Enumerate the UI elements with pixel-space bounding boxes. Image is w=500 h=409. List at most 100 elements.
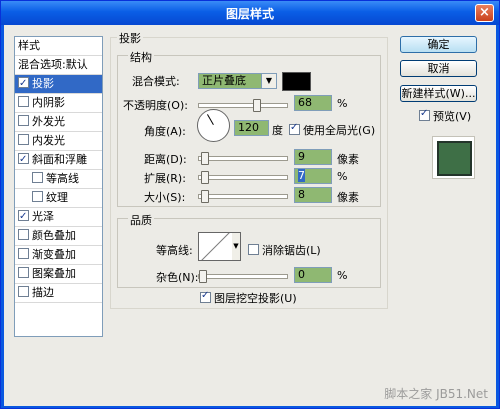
style-list-item-label: 外发光 [32, 115, 65, 128]
knockout-checkbox[interactable]: 图层挖空投影(U) [200, 290, 297, 306]
style-checkbox[interactable] [18, 229, 29, 240]
style-list-item[interactable]: 等高线 [15, 170, 102, 189]
anti-alias-checkbox[interactable]: 消除锯齿(L) [248, 242, 321, 258]
style-list-item-label: 投影 [32, 77, 54, 90]
style-list-item[interactable]: 内发光 [15, 132, 102, 151]
opacity-slider[interactable] [198, 99, 288, 112]
style-list-item[interactable]: 投影 [15, 75, 102, 94]
distance-unit: 像素 [337, 153, 359, 166]
spread-input[interactable]: 7 [294, 168, 332, 184]
angle-dial[interactable] [197, 109, 230, 142]
preview-swatch [437, 141, 472, 176]
noise-label: 杂色(N): [156, 271, 199, 284]
anti-alias-label: 消除锯齿(L) [262, 244, 321, 257]
preview-checkbox[interactable]: 预览(V) [419, 108, 471, 124]
blend-mode-label: 混合模式: [132, 75, 180, 88]
opacity-input[interactable]: 68 [294, 95, 332, 111]
style-checkbox[interactable] [18, 267, 29, 278]
style-checkbox[interactable] [18, 96, 29, 107]
spread-label: 扩展(R): [144, 172, 186, 185]
style-list-item-label: 渐变叠加 [32, 248, 76, 261]
knockout-check[interactable] [200, 290, 211, 303]
distance-slider[interactable] [198, 152, 288, 165]
size-slider[interactable] [198, 190, 288, 203]
angle-unit: 度 [272, 124, 283, 137]
shadow-color-swatch[interactable] [282, 72, 311, 91]
style-list-item-label: 颜色叠加 [32, 229, 76, 242]
style-list-item[interactable]: 斜面和浮雕 [15, 151, 102, 170]
blend-mode-value: 正片叠底 [202, 74, 246, 87]
style-list-item[interactable]: 混合选项:默认 [15, 56, 102, 75]
blend-mode-select[interactable]: 正片叠底 ▼ [198, 73, 277, 89]
style-list-item[interactable]: 描边 [15, 284, 102, 303]
style-preview [432, 136, 475, 179]
ok-button[interactable]: 确定 [400, 36, 477, 53]
global-light-check[interactable] [289, 122, 300, 135]
noise-slider-thumb[interactable] [199, 270, 207, 283]
spread-slider-thumb[interactable] [201, 171, 209, 184]
style-checkbox[interactable] [18, 286, 29, 297]
style-checkbox[interactable] [32, 191, 43, 202]
window-title: 图层样式 [225, 7, 274, 21]
distance-label: 距离(D): [144, 153, 187, 166]
style-list-item-label: 纹理 [46, 191, 68, 204]
style-list: 样式 混合选项:默认投影内阴影外发光内发光斜面和浮雕等高线纹理光泽颜色叠加渐变叠… [14, 36, 103, 337]
noise-slider[interactable] [198, 270, 288, 283]
style-list-item-label: 图案叠加 [32, 267, 76, 280]
size-slider-thumb[interactable] [201, 190, 209, 203]
style-list-item[interactable]: 纹理 [15, 189, 102, 208]
style-checkbox[interactable] [18, 75, 29, 93]
contour-label: 等高线: [156, 244, 193, 257]
style-list-item-label: 描边 [32, 286, 54, 299]
cancel-button[interactable]: 取消 [400, 60, 477, 77]
distance-input[interactable]: 9 [294, 149, 332, 165]
noise-input[interactable]: 0 [294, 267, 332, 283]
global-light-label: 使用全局光(G) [303, 124, 376, 137]
dialog-body: 样式 混合选项:默认投影内阴影外发光内发光斜面和浮雕等高线纹理光泽颜色叠加渐变叠… [4, 25, 496, 406]
distance-slider-thumb[interactable] [201, 152, 209, 165]
style-list-item-label: 斜面和浮雕 [32, 153, 87, 166]
watermark-logo: 脚本之家 JB51.Net [384, 387, 488, 401]
size-label: 大小(S): [144, 191, 186, 204]
style-checkbox[interactable] [18, 134, 29, 145]
close-button[interactable]: × [475, 4, 494, 22]
anti-alias-check[interactable] [248, 244, 259, 255]
new-style-button[interactable]: 新建样式(W)... [400, 85, 477, 102]
spread-slider[interactable] [198, 171, 288, 184]
layer-style-dialog: 图层样式 × 样式 混合选项:默认投影内阴影外发光内发光斜面和浮雕等高线纹理光泽… [0, 0, 500, 409]
style-list-item-label: 内阴影 [32, 96, 65, 109]
title-bar: 图层样式 × [1, 1, 499, 25]
style-checkbox[interactable] [32, 172, 43, 183]
angle-label: 角度(A): [144, 125, 186, 138]
spread-value: 7 [298, 169, 305, 182]
style-list-item[interactable]: 光泽 [15, 208, 102, 227]
contour-picker[interactable] [198, 232, 233, 261]
opacity-unit: % [337, 97, 348, 110]
style-list-item[interactable]: 渐变叠加 [15, 246, 102, 265]
drop-shadow-title: 投影 [117, 30, 143, 46]
global-light-checkbox[interactable]: 使用全局光(G) [289, 122, 375, 138]
style-list-item-label: 等高线 [46, 172, 79, 185]
style-checkbox[interactable] [18, 208, 29, 226]
quality-group: 品质 等高线: ▼ 消除锯齿(L) 杂色(N): 0 % [117, 212, 381, 288]
style-list-item[interactable]: 图案叠加 [15, 265, 102, 284]
structure-group: 结构 混合模式: 正片叠底 ▼ 不透明度(O): 68 % 角度(A): 120… [117, 49, 381, 207]
style-checkbox[interactable] [18, 115, 29, 126]
style-list-header-label: 样式 [18, 39, 40, 52]
preview-check[interactable] [419, 108, 430, 121]
structure-title: 结构 [128, 49, 154, 65]
style-list-item[interactable]: 外发光 [15, 113, 102, 132]
style-list-item-label: 光泽 [32, 210, 54, 223]
knockout-label: 图层挖空投影(U) [214, 292, 297, 305]
contour-dropdown-icon[interactable]: ▼ [232, 232, 241, 261]
style-list-header: 样式 [15, 37, 102, 56]
angle-input[interactable]: 120 [234, 120, 269, 136]
style-checkbox[interactable] [18, 151, 29, 169]
preview-label: 预览(V) [433, 110, 472, 123]
style-checkbox[interactable] [18, 248, 29, 259]
style-list-item[interactable]: 内阴影 [15, 94, 102, 113]
quality-title: 品质 [128, 212, 154, 228]
opacity-slider-thumb[interactable] [253, 99, 261, 112]
size-input[interactable]: 8 [294, 187, 332, 203]
style-list-item[interactable]: 颜色叠加 [15, 227, 102, 246]
